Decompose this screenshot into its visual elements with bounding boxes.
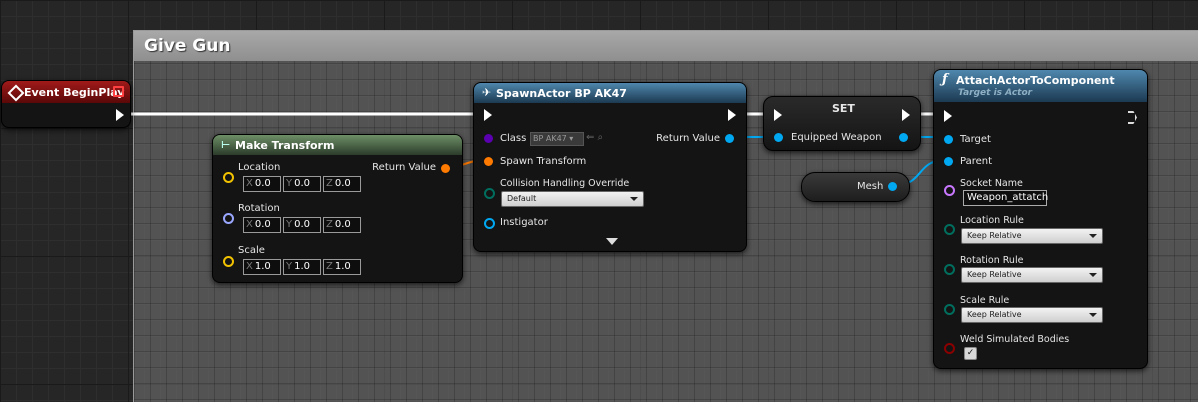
- attach-actor-header[interactable]: ƒ AttachActorToComponent Target is Actor: [934, 70, 1147, 102]
- set-var-out-pin[interactable]: [899, 133, 908, 142]
- function-icon: ƒ: [942, 72, 948, 87]
- set-node[interactable]: SET Equipped Weapon: [763, 96, 921, 151]
- comment-title[interactable]: Give Gun: [134, 31, 1198, 61]
- spawn-actor-title: SpawnActor BP AK47: [496, 87, 627, 100]
- event-beginplay-node[interactable]: Event BeginPlay: [1, 80, 131, 128]
- make-transform-icon: ⊢: [221, 140, 231, 151]
- spawn-icon: ✈: [482, 86, 492, 99]
- spawn-return-pin[interactable]: [725, 134, 734, 143]
- spawn-actor-node[interactable]: ✈ SpawnActor BP AK47 Class BP AK47 ▾ ⇐ ⌕…: [473, 82, 747, 252]
- collision-dropdown[interactable]: Default: [501, 191, 644, 207]
- attach-exec-in-pin[interactable]: [944, 110, 952, 122]
- set-title: SET: [832, 102, 855, 115]
- scale-x-field[interactable]: X 1.0: [243, 259, 281, 275]
- location-rule-pin[interactable]: [944, 224, 955, 235]
- instigator-label: Instigator: [500, 217, 548, 228]
- scale-rule-dropdown[interactable]: Keep Relative: [961, 307, 1103, 323]
- spawn-transform-pin[interactable]: [484, 157, 493, 166]
- make-transform-return-pin[interactable]: [441, 164, 450, 173]
- parent-label: Parent: [960, 156, 993, 167]
- mesh-out-pin[interactable]: [888, 182, 897, 191]
- class-label: Class: [500, 133, 527, 144]
- collision-pin[interactable]: [484, 188, 495, 199]
- attach-actor-node[interactable]: ƒ AttachActorToComponent Target is Actor…: [933, 69, 1148, 369]
- socket-name-input[interactable]: Weapon_attatch: [963, 190, 1048, 206]
- parent-pin[interactable]: [944, 157, 953, 166]
- weld-checkbox[interactable]: ✓: [964, 347, 977, 360]
- class-browse-icons[interactable]: ⇐ ⌕: [586, 132, 603, 143]
- rotation-label: Rotation: [238, 203, 280, 214]
- make-transform-title: Make Transform: [235, 139, 335, 152]
- spawn-transform-label: Spawn Transform: [500, 156, 587, 167]
- rotation-rule-label: Rotation Rule: [960, 255, 1024, 266]
- target-pin[interactable]: [944, 135, 953, 144]
- class-pin[interactable]: [484, 134, 493, 143]
- rotation-z-field[interactable]: Z 0.0: [323, 217, 361, 233]
- location-pin[interactable]: [223, 172, 234, 183]
- event-delegate-icon: [113, 86, 124, 97]
- rotation-y-field[interactable]: Y 0.0: [283, 217, 321, 233]
- class-selector[interactable]: BP AK47 ▾: [530, 132, 584, 146]
- instigator-pin[interactable]: [484, 218, 495, 229]
- scale-z-field[interactable]: Z 1.0: [323, 259, 361, 275]
- spawn-exec-in-pin[interactable]: [484, 109, 492, 121]
- location-z-field[interactable]: Z 0.0: [323, 176, 361, 192]
- spawn-exec-out-pin[interactable]: [728, 109, 736, 121]
- scale-rule-label: Scale Rule: [960, 295, 1010, 306]
- scale-y-field[interactable]: Y 1.0: [283, 259, 321, 275]
- rotation-rule-dropdown[interactable]: Keep Relative: [961, 267, 1103, 283]
- scale-pin[interactable]: [223, 256, 234, 267]
- make-transform-header[interactable]: ⊢ Make Transform: [213, 135, 462, 155]
- target-label: Target: [960, 134, 991, 145]
- mesh-label: Mesh: [857, 181, 884, 192]
- event-diamond-icon: [7, 84, 25, 102]
- rotation-pin[interactable]: [223, 213, 234, 224]
- mesh-getter-node[interactable]: Mesh: [801, 172, 910, 202]
- attach-actor-title: AttachActorToComponent: [956, 74, 1115, 87]
- set-var-in-pin[interactable]: [774, 133, 783, 142]
- expand-advanced-arrow-icon[interactable]: [606, 238, 618, 245]
- weld-pin[interactable]: [944, 343, 955, 354]
- set-exec-out-pin[interactable]: [902, 109, 910, 121]
- set-var-label: Equipped Weapon: [791, 132, 882, 143]
- rotation-x-field[interactable]: X 0.0: [243, 217, 281, 233]
- location-label: Location: [238, 162, 281, 173]
- scale-rule-pin[interactable]: [944, 304, 955, 315]
- location-y-field[interactable]: Y 0.0: [283, 176, 321, 192]
- collision-label: Collision Handling Override: [500, 178, 630, 189]
- location-rule-dropdown[interactable]: Keep Relative: [961, 228, 1103, 244]
- location-rule-label: Location Rule: [960, 215, 1024, 226]
- event-node-title: Event BeginPlay: [24, 86, 125, 99]
- scale-label: Scale: [238, 245, 265, 256]
- attach-exec-out-pin[interactable]: [1128, 111, 1137, 124]
- attach-actor-subtitle: Target is Actor: [958, 88, 1033, 98]
- socket-name-pin[interactable]: [944, 185, 955, 196]
- socket-name-label: Socket Name: [960, 178, 1023, 189]
- location-x-field[interactable]: X 0.0: [243, 176, 281, 192]
- make-transform-return-label: Return Value: [372, 162, 436, 173]
- spawn-actor-header[interactable]: ✈ SpawnActor BP AK47: [474, 83, 746, 103]
- spawn-return-label: Return Value: [656, 133, 720, 144]
- event-exec-out-pin[interactable]: [116, 109, 124, 121]
- rotation-rule-pin[interactable]: [944, 264, 955, 275]
- event-node-header[interactable]: Event BeginPlay: [2, 81, 130, 103]
- weld-label: Weld Simulated Bodies: [960, 334, 1070, 345]
- set-exec-in-pin[interactable]: [774, 109, 782, 121]
- make-transform-node[interactable]: ⊢ Make Transform Return Value Location X…: [212, 134, 463, 283]
